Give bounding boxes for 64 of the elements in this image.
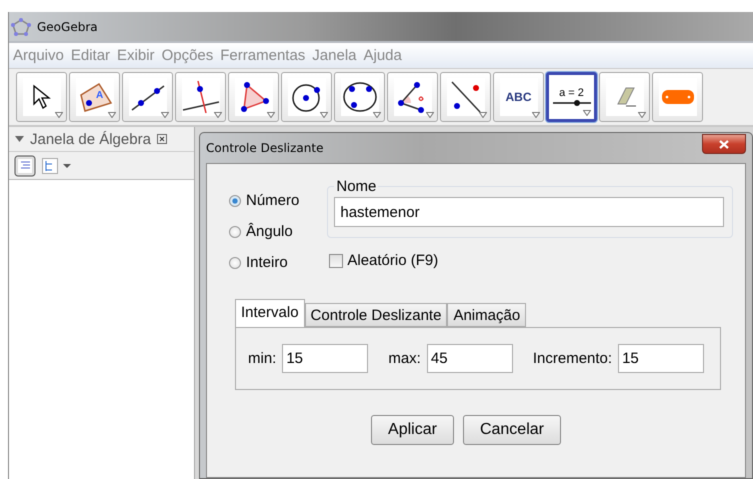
tree-view-icon[interactable]	[42, 158, 72, 174]
dropdown-triangle-icon	[214, 112, 222, 118]
checkbox-label: Aleatório (F9)	[347, 252, 438, 269]
tab[interactable]: Animação	[447, 303, 526, 327]
dropdown-triangle-icon	[583, 110, 591, 116]
radio-option[interactable]: Inteiro	[229, 254, 300, 271]
window-title: GeoGebra	[37, 20, 98, 34]
radio-dot[interactable]	[229, 194, 241, 206]
radio-label: Número	[246, 192, 300, 209]
tab[interactable]: Intervalo	[235, 299, 305, 327]
dropdown-triangle-icon	[479, 112, 487, 118]
field-label: min:	[248, 350, 276, 367]
perpendicular-line-icon	[182, 80, 220, 114]
tool-button[interactable]: ABC	[493, 72, 544, 122]
tool-button[interactable]	[228, 72, 279, 122]
dropdown-triangle-icon	[532, 112, 540, 118]
tool-button[interactable]	[334, 72, 385, 122]
group-legend: Nome	[334, 178, 378, 195]
tool-label: ABC	[506, 90, 532, 104]
close-icon[interactable]	[156, 134, 167, 144]
dropdown-triangle-icon	[638, 112, 646, 118]
radio-option[interactable]: Ângulo	[229, 223, 300, 240]
close-button[interactable]	[702, 134, 746, 154]
button-tool-icon	[660, 89, 694, 105]
tool-button[interactable]	[175, 72, 226, 122]
input-field[interactable]: 15	[618, 344, 704, 373]
dropdown-triangle-icon	[55, 112, 63, 118]
radio-dot[interactable]	[229, 226, 241, 238]
input-field[interactable]: 15	[282, 344, 368, 373]
name-field[interactable]: hastemenor	[334, 197, 724, 227]
dropdown-triangle-icon	[320, 112, 328, 118]
dialog-title: Controle Deslizante	[206, 141, 324, 155]
pentagon-logo-icon	[11, 18, 31, 36]
arrow-cursor-icon	[32, 84, 52, 110]
dialog-button[interactable]: Aplicar	[371, 415, 454, 445]
dialog-button[interactable]: Cancelar	[462, 415, 561, 445]
algebra-view-icon[interactable]	[14, 154, 36, 176]
circle-through-points-icon	[342, 80, 378, 114]
collapse-triangle-icon[interactable]	[15, 136, 24, 142]
radio-label: Inteiro	[246, 254, 288, 271]
tool-button[interactable]	[387, 72, 438, 122]
panel-title: Janela de Álgebra	[30, 130, 151, 148]
close-icon	[718, 140, 730, 148]
tool-button[interactable]	[281, 72, 332, 122]
field-label: Incremento:	[532, 350, 612, 367]
dropdown-triangle-icon	[426, 112, 434, 118]
radio-dot[interactable]	[229, 256, 241, 268]
tool-button[interactable]	[122, 72, 173, 122]
tool-button[interactable]	[440, 72, 491, 122]
field-label: max:	[388, 350, 421, 367]
input-field[interactable]: 45	[426, 344, 513, 373]
radio-option[interactable]: Número	[229, 192, 300, 209]
tool-button[interactable]: a = 2	[546, 72, 597, 122]
radio-label: Ângulo	[246, 223, 293, 240]
dropdown-triangle-icon	[373, 112, 381, 118]
checkbox[interactable]	[329, 254, 344, 268]
dropdown-triangle-icon	[161, 112, 169, 118]
tool-button[interactable]	[16, 72, 67, 122]
dropdown-triangle-icon	[267, 112, 275, 118]
dropdown-triangle-icon	[108, 112, 116, 118]
slider-tool-icon	[552, 99, 590, 107]
tool-button[interactable]: A	[69, 72, 120, 122]
tool-label: a = 2	[559, 87, 584, 99]
tab[interactable]: Controle Deslizante	[304, 303, 448, 327]
